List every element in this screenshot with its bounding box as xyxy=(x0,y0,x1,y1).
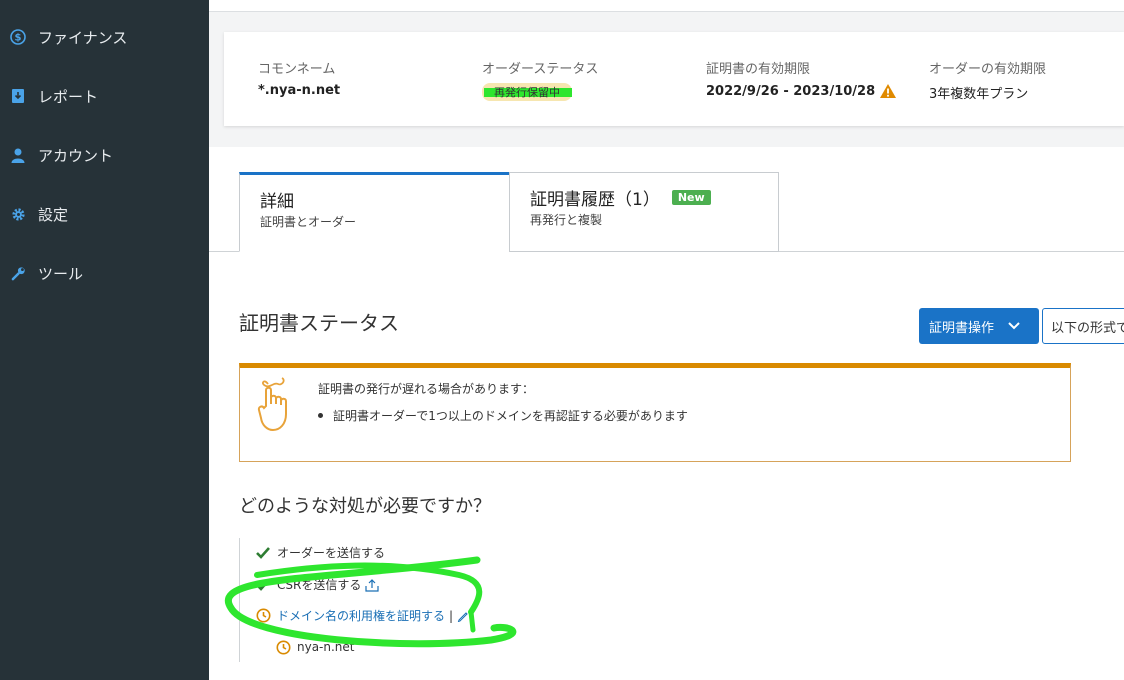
button-label: 以下の形式で xyxy=(1051,320,1124,336)
clock-icon xyxy=(275,639,291,655)
sidebar: $ ファイナンス レポート アカウント 設定 ツール xyxy=(0,0,209,680)
step-prove-domain[interactable]: ドメイン名の利用権を証明する | xyxy=(255,607,469,624)
user-icon xyxy=(9,146,27,164)
sidebar-item-label: アカウント xyxy=(38,146,114,165)
chevron-down-icon xyxy=(1008,322,1020,330)
order-status-label: オーダーステータス xyxy=(482,62,599,77)
step-domain-item: nya-n.net xyxy=(275,639,355,655)
main-content: コモンネーム *.nya-n.net オーダーステータス 再発行保留中 証明書の… xyxy=(209,0,1124,680)
separator: | xyxy=(449,608,454,623)
section-title: 証明書ステータス xyxy=(239,311,399,335)
tab-details[interactable]: 詳細 証明書とオーダー xyxy=(239,172,510,252)
step-submit-csr: CSRを送信する xyxy=(255,576,379,593)
step-submit-order: オーダーを送信する xyxy=(255,544,385,561)
sidebar-item-label: 設定 xyxy=(38,205,69,224)
order-validity-field: オーダーの有効期限 3年複数年プラン xyxy=(929,58,1046,102)
cert-validity-label: 証明書の有効期限 xyxy=(706,62,811,77)
tab-subtitle: 証明書とオーダー xyxy=(260,215,357,229)
cert-validity-value: 2022/9/26 - 2023/10/28 xyxy=(706,83,876,99)
gear-icon xyxy=(9,205,27,223)
alert-bullet-text: 証明書オーダーで1つ以上のドメインを再認証する必要があります xyxy=(333,409,688,423)
step-label: CSRを送信する xyxy=(277,578,362,592)
check-icon xyxy=(255,545,271,561)
order-status-value: 再発行保留中 xyxy=(494,86,560,99)
clock-icon xyxy=(255,608,271,624)
wrench-icon xyxy=(9,264,27,282)
download-format-button[interactable]: 以下の形式で xyxy=(1042,308,1124,344)
sidebar-item-settings[interactable]: 設定 xyxy=(0,194,209,234)
sidebar-item-account[interactable]: アカウント xyxy=(0,135,209,175)
sidebar-item-finance[interactable]: $ ファイナンス xyxy=(0,17,209,57)
common-name-value: *.nya-n.net xyxy=(258,83,341,98)
top-strip xyxy=(209,0,1124,11)
cert-validity-field: 証明書の有効期限 2022/9/26 - 2023/10/28 xyxy=(706,58,897,99)
alert-bullet-item: 証明書オーダーで1つ以上のドメインを再認証する必要があります xyxy=(318,407,688,424)
sidebar-item-tools[interactable]: ツール xyxy=(0,253,209,293)
dollar-circle-icon: $ xyxy=(9,28,27,46)
tab-certificate-history[interactable]: 証明書履歴（1） New 再発行と複製 xyxy=(509,172,779,252)
alert-title: 証明書の発行が遅れる場合があります： xyxy=(318,382,535,396)
status-badge: 再発行保留中 xyxy=(482,83,572,101)
tab-subtitle: 再発行と複製 xyxy=(530,213,603,227)
report-download-icon xyxy=(9,87,27,105)
order-status-field: オーダーステータス 再発行保留中 xyxy=(482,58,598,101)
domain-name: nya-n.net xyxy=(297,640,355,654)
new-badge: New xyxy=(671,190,711,205)
certificate-actions-button[interactable]: 証明書操作 xyxy=(919,308,1039,344)
sidebar-item-reports[interactable]: レポート xyxy=(0,76,209,116)
order-validity-label: オーダーの有効期限 xyxy=(929,62,1047,77)
svg-text:$: $ xyxy=(15,33,22,44)
tab-title-row: 証明書履歴（1） New xyxy=(530,185,711,210)
check-icon xyxy=(255,577,271,593)
steps-timeline xyxy=(239,538,240,662)
sidebar-item-label: ツール xyxy=(38,264,84,283)
sidebar-item-label: レポート xyxy=(38,87,99,106)
edit-pencil-icon[interactable] xyxy=(457,610,469,622)
order-validity-value: 3年複数年プラン xyxy=(929,87,1029,102)
step-label: オーダーを送信する xyxy=(277,546,386,560)
upload-icon[interactable] xyxy=(365,578,379,592)
order-summary-card: コモンネーム *.nya-n.net オーダーステータス 再発行保留中 証明書の… xyxy=(224,32,1124,126)
action-question: どのような対処が必要ですか？ xyxy=(239,496,491,517)
warning-alert: 証明書の発行が遅れる場合があります： 証明書オーダーで1つ以上のドメインを再認証… xyxy=(239,363,1071,462)
sidebar-item-label: ファイナンス xyxy=(38,28,128,47)
top-divider xyxy=(209,11,1124,12)
common-name-label: コモンネーム xyxy=(258,62,336,77)
tab-title: 詳細 xyxy=(260,192,294,212)
step-label: ドメイン名の利用権を証明する xyxy=(277,609,446,623)
cert-validity-row: 2022/9/26 - 2023/10/28 xyxy=(706,83,897,99)
button-label: 証明書操作 xyxy=(929,320,995,336)
warning-icon[interactable] xyxy=(879,83,897,99)
bullet-dot xyxy=(318,413,323,418)
reminder-finger-icon xyxy=(256,376,300,438)
common-name-field: コモンネーム *.nya-n.net xyxy=(258,58,340,98)
tab-title: 証明書履歴（1） xyxy=(530,190,660,210)
